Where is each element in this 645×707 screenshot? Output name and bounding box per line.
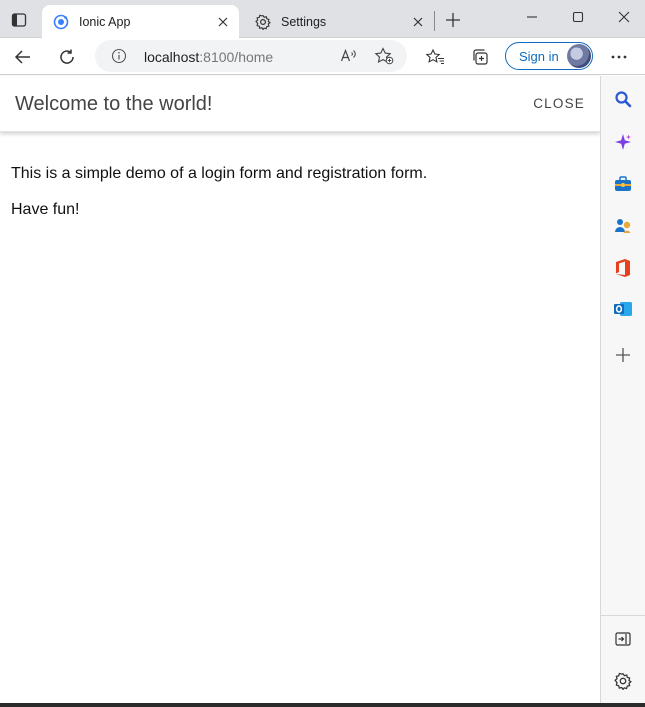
close-window-button[interactable] — [611, 4, 637, 30]
settings-icon[interactable] — [612, 670, 634, 692]
refresh-icon — [60, 49, 74, 64]
url-path: :8100/home — [199, 49, 274, 65]
page-content: This is a simple demo of a login form an… — [11, 164, 591, 236]
copilot-icon[interactable] — [612, 131, 634, 153]
sign-in-button[interactable]: Sign in — [505, 42, 593, 70]
close-button[interactable]: CLOSE — [533, 96, 585, 111]
tab-title: Settings — [281, 14, 327, 29]
sidebar-divider — [601, 615, 645, 616]
avatar — [567, 44, 591, 68]
favorites-button[interactable] — [421, 43, 449, 71]
tab-ionic-app[interactable]: Ionic App — [42, 5, 239, 38]
settings-and-more-button[interactable] — [605, 43, 633, 71]
close-icon — [618, 11, 630, 23]
minimize-button[interactable] — [519, 4, 545, 30]
tab-actions-icon — [11, 13, 27, 27]
close-tab-icon[interactable] — [212, 11, 234, 33]
tab-strip: Ionic App Settings — [0, 0, 645, 38]
app-header: Welcome to the world! CLOSE — [0, 76, 600, 132]
more-icon — [611, 55, 627, 59]
refresh-button[interactable] — [53, 43, 81, 71]
web-page: Welcome to the world! CLOSE This is a si… — [0, 76, 600, 705]
sign-in-label: Sign in — [519, 48, 559, 64]
people-icon[interactable] — [612, 215, 634, 237]
gear-icon — [255, 14, 271, 30]
page-title: Welcome to the world! — [15, 93, 213, 115]
minimize-icon — [527, 16, 537, 18]
read-aloud-icon[interactable] — [338, 45, 360, 67]
search-icon[interactable] — [612, 88, 634, 110]
tab-settings[interactable]: Settings — [244, 5, 434, 38]
intro-paragraph: This is a simple demo of a login form an… — [11, 165, 428, 182]
tools-icon[interactable] — [612, 173, 634, 195]
ionic-icon — [53, 14, 69, 30]
outlook-icon[interactable] — [612, 298, 634, 320]
address-bar[interactable]: localhost:8100/home — [95, 40, 407, 72]
tab-separator — [434, 11, 435, 31]
back-arrow-icon — [14, 50, 30, 64]
url-host: localhost — [144, 49, 200, 65]
collections-icon — [473, 49, 488, 65]
add-icon[interactable] — [612, 344, 634, 366]
window-bottom-border — [0, 703, 645, 707]
url-text[interactable]: localhost:8100/home — [144, 49, 273, 65]
maximize-icon — [572, 11, 584, 23]
back-button[interactable] — [9, 43, 37, 71]
plus-icon — [446, 13, 460, 27]
maximize-button[interactable] — [565, 4, 591, 30]
add-favorite-icon[interactable] — [373, 45, 395, 67]
new-tab-button[interactable] — [441, 8, 465, 32]
close-tab-icon[interactable] — [407, 11, 429, 33]
fun-paragraph: Have fun! — [11, 201, 80, 218]
collections-button[interactable] — [466, 43, 494, 71]
hide-sidebar-icon[interactable] — [612, 628, 634, 650]
tab-title: Ionic App — [79, 14, 131, 29]
tab-actions-button[interactable] — [6, 7, 32, 33]
site-info-icon[interactable] — [110, 47, 128, 65]
favorites-icon — [425, 48, 444, 65]
browser-toolbar: localhost:8100/home Sign in — [0, 38, 645, 75]
edge-sidebar — [600, 76, 645, 705]
office-icon[interactable] — [612, 257, 634, 279]
